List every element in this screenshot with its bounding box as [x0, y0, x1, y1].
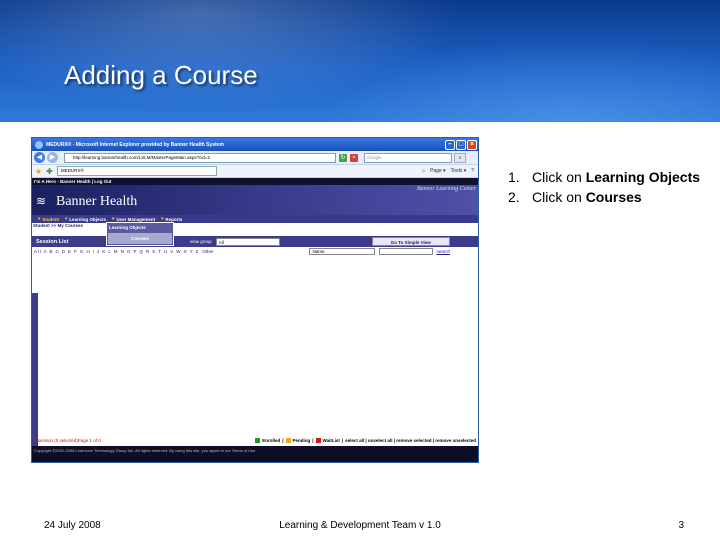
banner-logo-icon: ≋ — [36, 194, 47, 208]
step-2: 2. Click on Courses — [508, 188, 708, 206]
simple-view-button[interactable]: Go To Simple View — [371, 237, 450, 246]
search-link[interactable]: search — [436, 249, 450, 254]
legend-enrolled: Enrolled — [262, 437, 281, 443]
menu-student[interactable]: ▾ Student — [38, 216, 59, 222]
search-input[interactable]: Google — [364, 152, 452, 163]
stop-icon[interactable]: × — [350, 153, 358, 162]
legend-waitlist: WaitList — [322, 437, 340, 443]
ie-logo-icon — [35, 140, 43, 149]
maximize-icon[interactable]: □ — [456, 139, 466, 150]
slide-title: Adding a Course — [64, 60, 258, 90]
enrolled-swatch — [255, 437, 261, 443]
site-banner: ≋ Banner Health Banner Learning Center — [32, 185, 478, 215]
address-row: ◀ ▶ http://learning.bannerhealth.com/LSL… — [32, 151, 478, 165]
step-1: 1. Click on Learning Objects — [508, 168, 708, 186]
tools-menu[interactable]: Tools ▾ — [451, 168, 467, 174]
step-number: 2. — [508, 189, 520, 205]
favorites-row: ★ ✚ MEDURX® ⌂ Page ▾ Tools ▾ ? — [32, 165, 478, 178]
top-nav[interactable]: I'm A Hero - Banner Health | Log Out — [32, 178, 478, 185]
menu-arrow-icon: ▾ — [65, 216, 68, 221]
web-page: I'm A Hero - Banner Health | Log Out ≋ B… — [32, 178, 478, 462]
name-search-input[interactable] — [379, 248, 434, 255]
legend-actions[interactable]: select all | unselect all | remove selec… — [345, 438, 476, 443]
alphabet-links[interactable]: All A B C D E F G H I J K L M N O P Q R … — [34, 249, 199, 254]
back-button[interactable]: ◀ — [34, 152, 45, 163]
waitlist-swatch — [315, 437, 321, 443]
legend-pending: Pending — [292, 437, 311, 443]
copyright: Copyright ©2001-2008 Learncom Technology… — [32, 446, 478, 462]
main-menu: ▾ Student ▾ Learning Objects ▾ User Managem… — [32, 215, 478, 223]
footer-center: Learning & Development Team v 1.0 — [279, 520, 441, 531]
dropdown-item-courses[interactable]: Courses — [108, 233, 172, 244]
menu-arrow-icon: ▾ — [38, 216, 41, 221]
browser-titlebar: MEDURX® - Microsoft Internet Explorer pr… — [32, 138, 478, 151]
favorites-star-icon[interactable]: ★ — [35, 167, 42, 176]
slide-header: Adding a Course — [0, 0, 720, 122]
other-link[interactable]: Other — [202, 249, 213, 254]
legend: Enrolled | Pending | WaitList | select a… — [255, 437, 478, 443]
page-number: 3 — [678, 520, 684, 531]
pending-swatch — [285, 437, 291, 443]
view-group-label: view group — [190, 239, 212, 244]
browser-window: MEDURX® - Microsoft Internet Explorer pr… — [31, 137, 479, 463]
view-group-select[interactable]: All — [215, 237, 280, 246]
browser-tab[interactable]: MEDURX® — [56, 166, 217, 176]
list-status-bar: 0 session (0 selected)Page 1 of 0 Enroll… — [32, 436, 478, 444]
address-bar[interactable]: http://learning.bannerhealth.com/LSLM/Ma… — [64, 152, 336, 163]
name-select[interactable]: Name — [309, 248, 376, 255]
session-list-header: Session List view group All Go To Simple… — [32, 236, 478, 247]
forward-button[interactable]: ▶ — [47, 152, 58, 163]
refresh-icon[interactable]: ↻ — [339, 153, 347, 162]
brand-name: Banner Health — [56, 194, 138, 209]
session-status: 0 session (0 selected)Page 1 of 0 — [34, 437, 101, 443]
learning-objects-dropdown: Learning Objects Courses — [106, 222, 174, 246]
dropdown-item-learning-objects[interactable]: Learning Objects — [107, 223, 173, 232]
minimize-icon[interactable]: – — [445, 139, 455, 150]
search-icon[interactable]: ⌕ — [454, 152, 466, 163]
window-title: MEDURX® - Microsoft Internet Explorer pr… — [46, 141, 224, 148]
add-favorite-icon[interactable]: ✚ — [46, 167, 53, 176]
command-bar: ⌂ Page ▾ Tools ▾ ? — [422, 168, 478, 174]
step-text: Click on Courses — [532, 189, 642, 205]
step-number: 1. — [508, 169, 520, 185]
alphabet-filter: All A B C D E F G H I J K L M N O P Q R … — [32, 247, 478, 256]
menu-learning-objects[interactable]: ▾ Learning Objects — [65, 216, 106, 222]
close-icon[interactable]: × — [467, 139, 477, 150]
page-menu[interactable]: Page ▾ — [430, 168, 446, 174]
help-icon[interactable]: ? — [471, 168, 474, 174]
center-name: Banner Learning Center — [417, 186, 476, 192]
home-icon[interactable]: ⌂ — [422, 168, 425, 174]
step-text: Click on Learning Objects — [532, 169, 701, 185]
steps-list: 1. Click on Learning Objects 2. Click on… — [508, 168, 708, 208]
breadcrumb: Student >> My Courses — [33, 223, 84, 228]
